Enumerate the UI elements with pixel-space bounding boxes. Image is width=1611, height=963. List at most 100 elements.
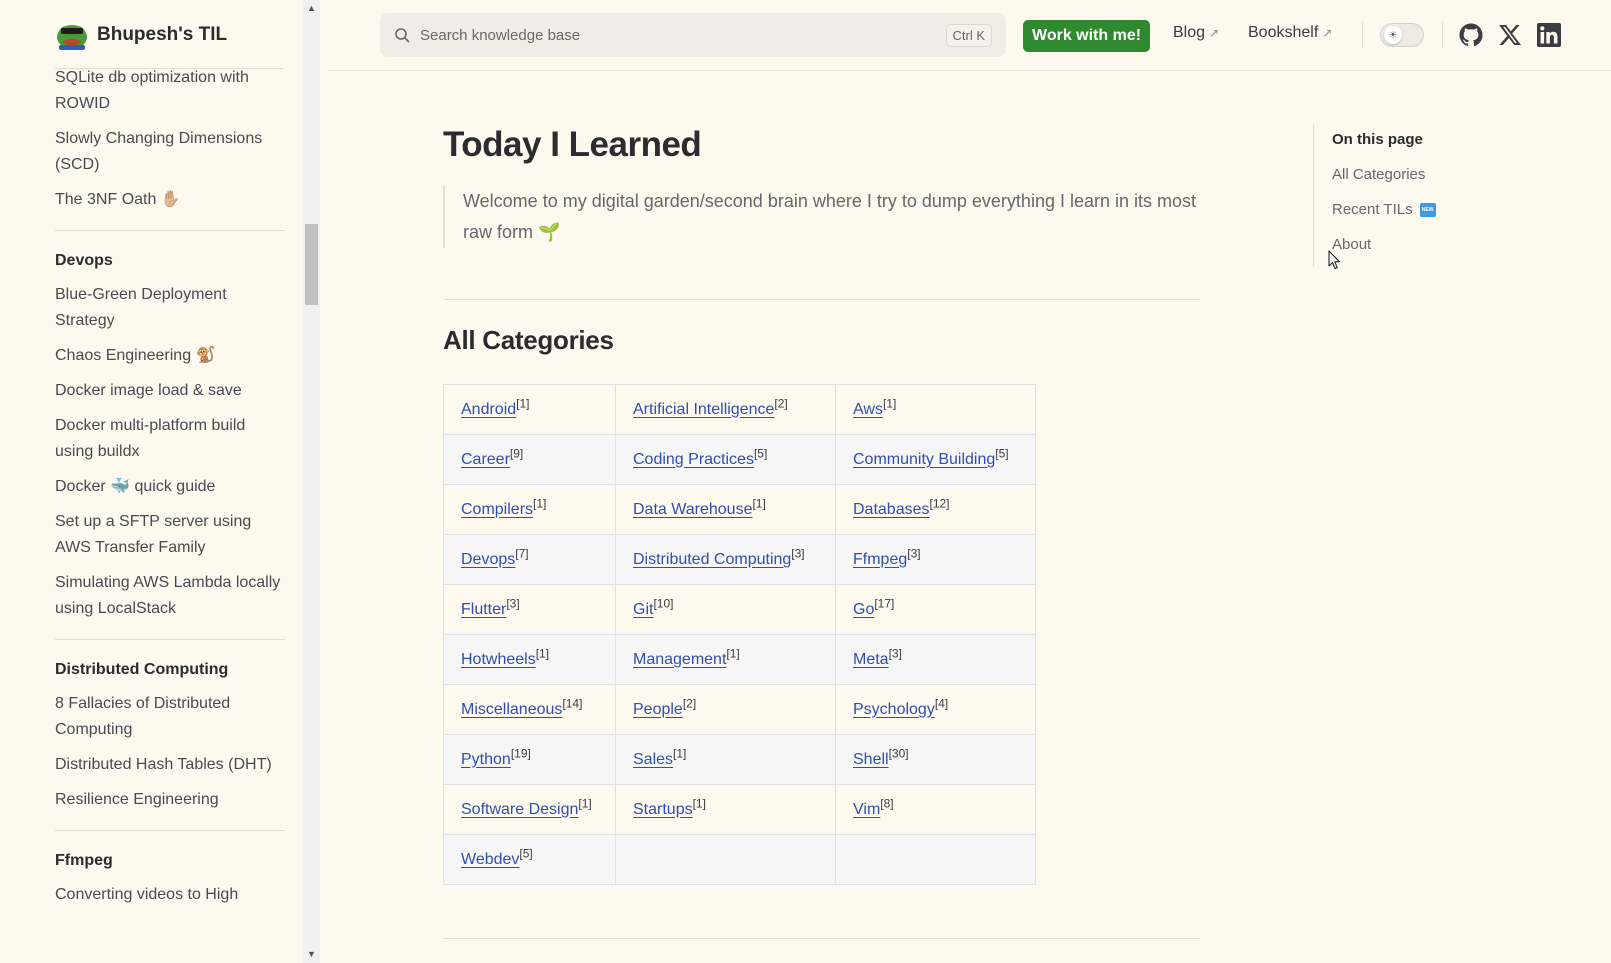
sidebar-item[interactable]: Distributed Hash Tables (DHT) [55, 752, 285, 778]
table-row: Devops[7] Distributed Computing[3] Ffmpeg[… [443, 534, 1036, 585]
table-cell: Hotwheels[1] [443, 634, 616, 685]
scroll-thumb[interactable] [305, 224, 318, 305]
category-link[interactable]: Miscellaneous [461, 701, 562, 718]
category-count: [5] [753, 446, 768, 461]
table-cell: Artificial Intelligence[2] [615, 384, 836, 435]
table-row: Flutter[3] Git[10] Go[17] [443, 584, 1036, 635]
search-input[interactable]: Search knowledge base Ctrl K [380, 13, 1006, 57]
outline-item-recent-tils[interactable]: Recent TILs NEW [1332, 200, 1513, 220]
category-link[interactable]: Coding Practices [633, 451, 754, 468]
category-link[interactable]: Psychology [853, 701, 935, 718]
outline-label: Recent TILs [1332, 201, 1413, 218]
brand-title: Bhupesh's TIL [97, 24, 228, 45]
category-link[interactable]: Distributed Computing [633, 551, 791, 568]
divider [443, 299, 1200, 300]
sidebar-scrollbar[interactable]: ▲ ▼ [303, 0, 320, 963]
category-link[interactable]: Android [461, 401, 516, 418]
sidebar-item[interactable]: Blue-Green Deployment Strategy [55, 282, 285, 334]
scroll-up-arrow-icon[interactable]: ▲ [306, 3, 317, 14]
category-link[interactable]: Python [461, 751, 511, 768]
category-link[interactable]: Startups [633, 801, 693, 818]
nav-label: Bookshelf [1248, 24, 1319, 41]
sidebar-item[interactable]: Resilience Engineering [55, 787, 285, 813]
category-count: [4] [934, 696, 949, 711]
category-count: [1] [673, 746, 687, 761]
category-link[interactable]: Databases [853, 501, 930, 518]
category-link[interactable]: Compilers [461, 501, 533, 518]
table-row: Webdev[5] [443, 834, 1036, 885]
category-count: [9] [509, 446, 524, 461]
category-link[interactable]: Data Warehouse [633, 501, 752, 518]
work-with-me-button[interactable]: Work with me! [1023, 20, 1151, 52]
category-count: [1] [535, 646, 550, 661]
category-link[interactable]: Management [633, 651, 726, 668]
sidebar-item[interactable]: Chaos Engineering 🐒 [55, 343, 285, 369]
category-count: [12] [929, 496, 950, 511]
category-link[interactable]: Flutter [461, 601, 506, 618]
category-link[interactable]: Ffmpeg [853, 551, 907, 568]
pepe-frog-logo [57, 25, 87, 50]
category-link[interactable]: Aws [853, 401, 883, 418]
category-link[interactable]: Webdev [461, 851, 519, 868]
table-cell: Shell[30] [835, 734, 1036, 785]
category-link[interactable]: Community Building [853, 451, 995, 468]
outline-item-about[interactable]: About [1332, 235, 1513, 255]
category-count: [1] [578, 796, 592, 811]
intro-quote: Welcome to my digital garden/second brai… [443, 186, 1200, 248]
external-link-icon: ↗ [1322, 26, 1333, 40]
table-cell: Startups[1] [615, 784, 836, 835]
table-cell: Psychology[4] [835, 684, 1036, 735]
category-link[interactable]: Shell [853, 751, 889, 768]
category-link[interactable]: Sales [633, 751, 673, 768]
table-row: Android[1] Artificial Intelligence[2] Aws[… [443, 384, 1036, 435]
sidebar-item[interactable]: Converting videos to High [55, 882, 285, 908]
category-link[interactable]: Go [853, 601, 874, 618]
category-count: [1] [882, 396, 897, 411]
divider [1442, 22, 1443, 48]
sidebar-item[interactable]: SQLite db optimization with ROWID [55, 68, 285, 117]
category-link[interactable]: Career [461, 451, 510, 468]
section-title: All Categories [443, 325, 614, 355]
category-count: [1] [533, 496, 547, 511]
divider [55, 230, 285, 231]
brand-link[interactable]: Bhupesh's TIL [55, 18, 227, 52]
table-cell: Ffmpeg[3] [835, 534, 1036, 585]
category-count: [1] [516, 396, 530, 411]
category-link[interactable]: Git [633, 601, 653, 618]
category-link[interactable]: Meta [853, 651, 889, 668]
category-link[interactable]: Software Design [461, 801, 578, 818]
sidebar-item[interactable]: Slowly Changing Dimensions (SCD) [55, 126, 285, 178]
table-cell: People[2] [615, 684, 836, 735]
category-link[interactable]: People [633, 701, 683, 718]
sidebar-item[interactable]: Simulating AWS Lambda locally using Loca… [55, 570, 285, 622]
category-count: [2] [774, 396, 788, 411]
category-count: [3] [791, 546, 805, 561]
nav-bookshelf-link[interactable]: Bookshelf ↗ [1248, 24, 1332, 42]
theme-toggle[interactable]: ☀ [1380, 23, 1424, 47]
category-link[interactable]: Devops [461, 551, 515, 568]
table-cell: Career[9] [443, 434, 616, 485]
sidebar-item[interactable]: Docker image load & save [55, 378, 285, 404]
table-cell: Aws[1] [835, 384, 1036, 435]
sidebar-item[interactable]: Set up a SFTP server using AWS Transfer … [55, 509, 285, 561]
sidebar-item[interactable]: Docker 🐳 quick guide [55, 474, 285, 500]
linkedin-icon[interactable] [1537, 23, 1561, 47]
category-link[interactable]: Hotwheels [461, 651, 536, 668]
outline-item-all-categories[interactable]: All Categories [1332, 165, 1513, 185]
category-count: [1] [752, 496, 766, 511]
nav-blog-link[interactable]: Blog ↗ [1173, 24, 1219, 42]
sidebar-item[interactable]: Docker multi-platform build using buildx [55, 413, 285, 465]
sidebar-item[interactable]: 8 Fallacies of Distributed Computing [55, 691, 285, 743]
category-count: [5] [519, 846, 533, 861]
category-link[interactable]: Vim [853, 801, 880, 818]
category-count: [8] [880, 796, 894, 811]
category-link[interactable]: Artificial Intelligence [633, 401, 774, 418]
table-cell: Flutter[3] [443, 584, 616, 635]
sidebar-item[interactable]: The 3NF Oath ✋🏼 [55, 187, 285, 213]
x-icon[interactable] [1498, 23, 1522, 47]
github-icon[interactable] [1459, 23, 1483, 47]
search-icon [395, 28, 410, 43]
table-cell: Webdev[5] [443, 834, 616, 885]
category-count: [3] [506, 596, 520, 611]
scroll-down-arrow-icon[interactable]: ▼ [306, 949, 317, 960]
